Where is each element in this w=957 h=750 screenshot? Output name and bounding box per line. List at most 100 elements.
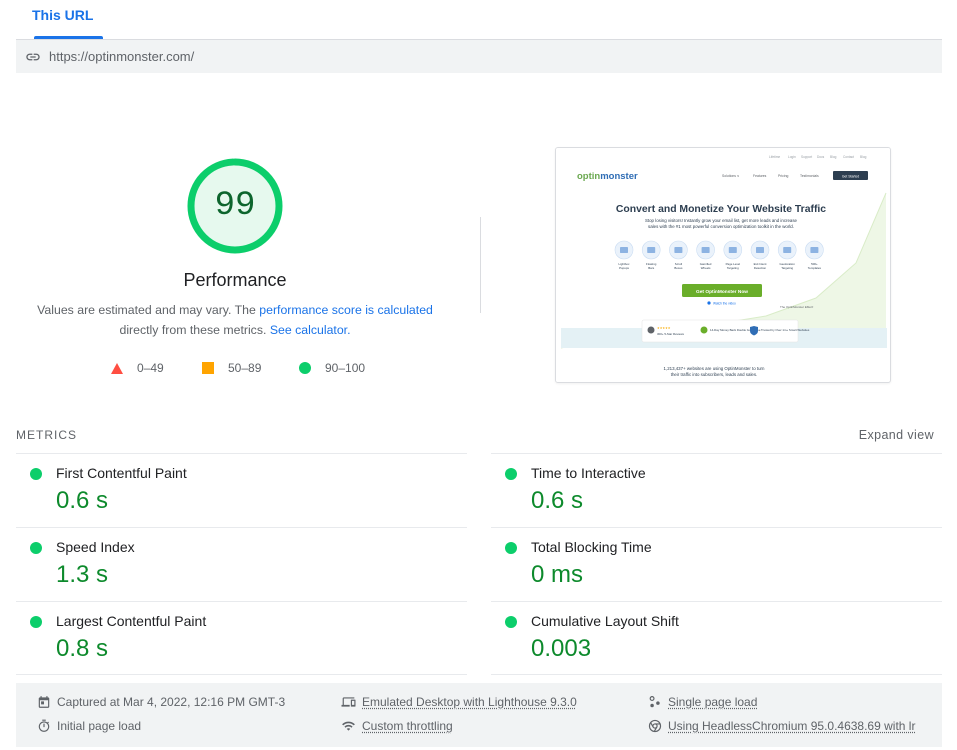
thumb-logo-b: monster [600,171,638,182]
url-bar: https://optinmonster.com/ [16,40,942,73]
thumb-sub-2: sales with the #1 most powerful conversi… [648,224,794,229]
tab-this-url[interactable]: This URL [32,0,93,40]
metric-value: 1.3 s [56,561,109,588]
performance-description: Values are estimated and may vary. The p… [30,300,440,340]
metric-time-to-interactive: Time to Interactive 0.6 s [491,453,942,527]
website-preview: Lifetime Login Support Docs Blog Contact… [556,148,890,382]
final-screenshot-thumbnail[interactable]: Lifetime Login Support Docs Blog Contact… [555,147,891,383]
thumb-feature-label: Detection [754,266,767,270]
runtime-settings-footer: Captured at Mar 4, 2022, 12:16 PM GMT-3 … [16,683,942,747]
thumb-feature-label: Popups [619,266,629,270]
thumb-nav-2: Features [753,174,767,178]
browser-item[interactable]: Using HeadlessChromium 95.0.4638.69 with… [648,719,915,733]
metric-value: 0.003 [531,635,592,662]
captured-at-item: Captured at Mar 4, 2022, 12:16 PM GMT-3 [37,695,285,709]
thumb-badge-1: 300+ 5-Star Reviews [657,332,684,336]
thumb-sub-1: Stop losing visitors! Instantly grow you… [645,218,798,223]
timer-icon [38,719,50,732]
thumb-feature-glyph [783,247,792,253]
thumb-topnav-3: Support [801,155,812,159]
thumb-cta: Get OptinMonster Now [696,289,748,295]
see-calculator-link[interactable]: See calculator. [270,323,351,337]
browser-text[interactable]: Using HeadlessChromium 95.0.4638.69 with… [668,719,915,733]
url-text[interactable]: https://optinmonster.com/ [49,49,194,64]
thumb-bottom-2: their traffic into subscribers, leads an… [671,372,758,377]
thumb-feature-label: Targeting [727,266,739,270]
thumb-effect-note: The OptinMonster Effect! [780,305,813,309]
thumb-bottom-1: 1,213,437+ websites are using OptinMonst… [664,366,765,371]
thumb-topnav-7: Blog [860,155,867,159]
thumb-feature-glyph [810,247,819,253]
desc-prefix: Values are estimated and may vary. The [37,303,260,317]
thumb-nav-1: Solutions ∨ [722,174,739,178]
link-icon [26,53,40,60]
desc-middle: directly from these metrics. [119,323,270,337]
thumb-topnav-6: Contact [843,155,854,159]
single-load-item[interactable]: Single page load [648,695,757,709]
legend-average: 50–89 [202,360,261,376]
thumb-logo: optinmonster [577,171,638,182]
thumb-nav-cta: Get Started [842,175,859,179]
devices-icon [341,697,356,707]
performance-title: Performance [183,270,287,290]
circle-icon [299,362,311,374]
legend-fail: 0–49 [111,360,164,376]
thumb-feature-glyph [620,247,628,253]
thumb-feature-glyph [674,247,683,253]
throttling-text[interactable]: Custom throttling [362,719,453,733]
single-load-text[interactable]: Single page load [668,695,757,709]
wifi-icon [342,721,355,731]
pass-circle-icon [505,542,517,554]
emulated-device-item[interactable]: Emulated Desktop with Lighthouse 9.3.0 [341,695,577,709]
thumb-feature-label: Boxes [674,266,683,270]
active-tab-indicator [34,36,103,39]
captured-at-text: Captured at Mar 4, 2022, 12:16 PM GMT-3 [57,695,286,709]
thumb-topnav-2: Login [788,155,796,159]
emulated-device-text[interactable]: Emulated Desktop with Lighthouse 9.3.0 [362,695,577,709]
thumb-logo-a: optin [577,171,600,182]
thumb-feature-glyph [756,247,764,253]
metrics-right-column: Time to Interactive 0.6 s Total Blocking… [491,453,942,675]
initial-load-text: Initial page load [57,719,142,733]
legend-pass-label: 90–100 [325,361,366,375]
metric-name: Time to Interactive [531,465,646,481]
metric-name: Speed Index [56,539,135,555]
thumb-feature-label: Wheels [701,266,711,270]
nodes-icon [649,696,660,708]
metric-name: Cumulative Layout Shift [531,613,679,629]
metric-value: 0.6 s [56,487,109,514]
throttling-item[interactable]: Custom throttling [341,719,453,733]
chrome-icon [648,719,662,733]
thumb-headline: Convert and Monetize Your Website Traffi… [616,204,826,215]
thumb-feature-label: Targeting [781,266,793,270]
report-tab-bar: This URL [16,0,942,40]
metric-value: 0.6 s [531,487,584,514]
vertical-divider [480,217,481,313]
pass-circle-icon [30,616,42,628]
calendar-icon [38,696,50,708]
metric-value: 0 ms [531,561,584,588]
square-icon [202,362,214,374]
initial-load-item: Initial page load [37,719,141,733]
score-calculated-link[interactable]: performance score is calculated [259,303,433,317]
thumb-feature-label: Bars [648,266,654,270]
legend-average-label: 50–89 [228,361,262,375]
metric-name: Total Blocking Time [531,539,652,555]
performance-score-value: 99 [214,187,256,225]
metric-cumulative-layout-shift: Cumulative Layout Shift 0.003 [491,601,942,675]
legend-pass: 90–100 [299,360,365,376]
thumb-cta-note: Watch the video [713,302,736,306]
thumb-nav-4: Testimonials [800,174,819,178]
thumb-feature-glyph [728,247,737,253]
metric-name: First Contentful Paint [56,465,187,481]
pass-circle-icon [30,468,42,480]
thumb-nav-3: Pricing [778,174,788,178]
thumb-topnav-5: Blog [830,155,837,159]
metric-value: 0.8 s [56,635,109,662]
thumb-topnav-4: Docs [817,155,825,159]
thumb-badge-3: Trusted by Over 1m+ Smart Websites [761,328,810,332]
metrics-left-column: First Contentful Paint 0.6 s Speed Index… [16,453,467,675]
expand-view-button[interactable]: Expand view [859,428,934,442]
metrics-heading: METRICS [16,428,77,442]
legend-fail-label: 0–49 [137,361,164,375]
